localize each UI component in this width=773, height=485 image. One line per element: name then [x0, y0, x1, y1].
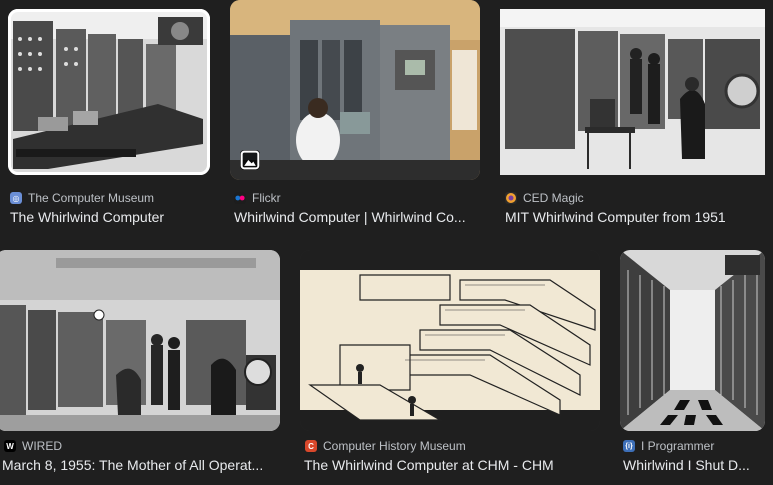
- result-title[interactable]: March 8, 1955: The Mother of All Operat.…: [2, 457, 278, 473]
- chm-favicon-icon: C: [305, 440, 317, 452]
- result-source[interactable]: W WIRED: [4, 439, 62, 453]
- chm-illustration-image: [300, 250, 600, 431]
- result-title[interactable]: The Whirlwind Computer: [10, 209, 210, 225]
- wired-whirlwind-photo: [0, 250, 280, 431]
- result-title[interactable]: Whirlwind Computer | Whirlwind Co...: [234, 209, 479, 225]
- result-thumbnail[interactable]: [230, 0, 480, 180]
- result-title[interactable]: Whirlwind I Shut D...: [623, 457, 771, 473]
- image-icon: [240, 150, 260, 170]
- result-thumbnail[interactable]: [0, 250, 280, 431]
- source-name: CED Magic: [523, 191, 584, 205]
- result-source[interactable]: Flickr: [234, 191, 281, 205]
- source-name: Flickr: [252, 191, 281, 205]
- result-title[interactable]: The Whirlwind Computer at CHM - CHM: [304, 457, 600, 473]
- source-name: Computer History Museum: [323, 439, 466, 453]
- result-source[interactable]: ◎ The Computer Museum: [10, 191, 154, 205]
- source-name: The Computer Museum: [28, 191, 155, 205]
- result-title[interactable]: MIT Whirlwind Computer from 1951: [505, 209, 767, 225]
- whirlwind-console-photo: [8, 9, 210, 175]
- result-source[interactable]: CED Magic: [505, 191, 584, 205]
- image-results-grid: ◎ The Computer Museum The Whirlwind Comp…: [0, 0, 773, 485]
- result-source[interactable]: C Computer History Museum: [305, 439, 466, 453]
- result-thumbnail[interactable]: [500, 9, 765, 175]
- result-thumbnail[interactable]: [300, 250, 600, 431]
- source-name: I Programmer: [641, 439, 715, 453]
- wired-favicon-icon: W: [4, 440, 16, 452]
- museum-favicon-icon: ◎: [10, 192, 22, 204]
- whirlwind-operator-photo: [230, 0, 480, 180]
- result-thumbnail[interactable]: [8, 9, 210, 175]
- flickr-favicon-icon: [234, 192, 246, 204]
- source-name: WIRED: [22, 439, 62, 453]
- mit-whirlwind-photo: [500, 9, 765, 175]
- whirlwind-corridor-photo: [620, 250, 765, 431]
- result-source[interactable]: {i} I Programmer: [623, 439, 714, 453]
- ced-magic-favicon-icon: [505, 192, 517, 204]
- result-thumbnail[interactable]: [620, 250, 765, 431]
- i-programmer-favicon-icon: {i}: [623, 440, 635, 452]
